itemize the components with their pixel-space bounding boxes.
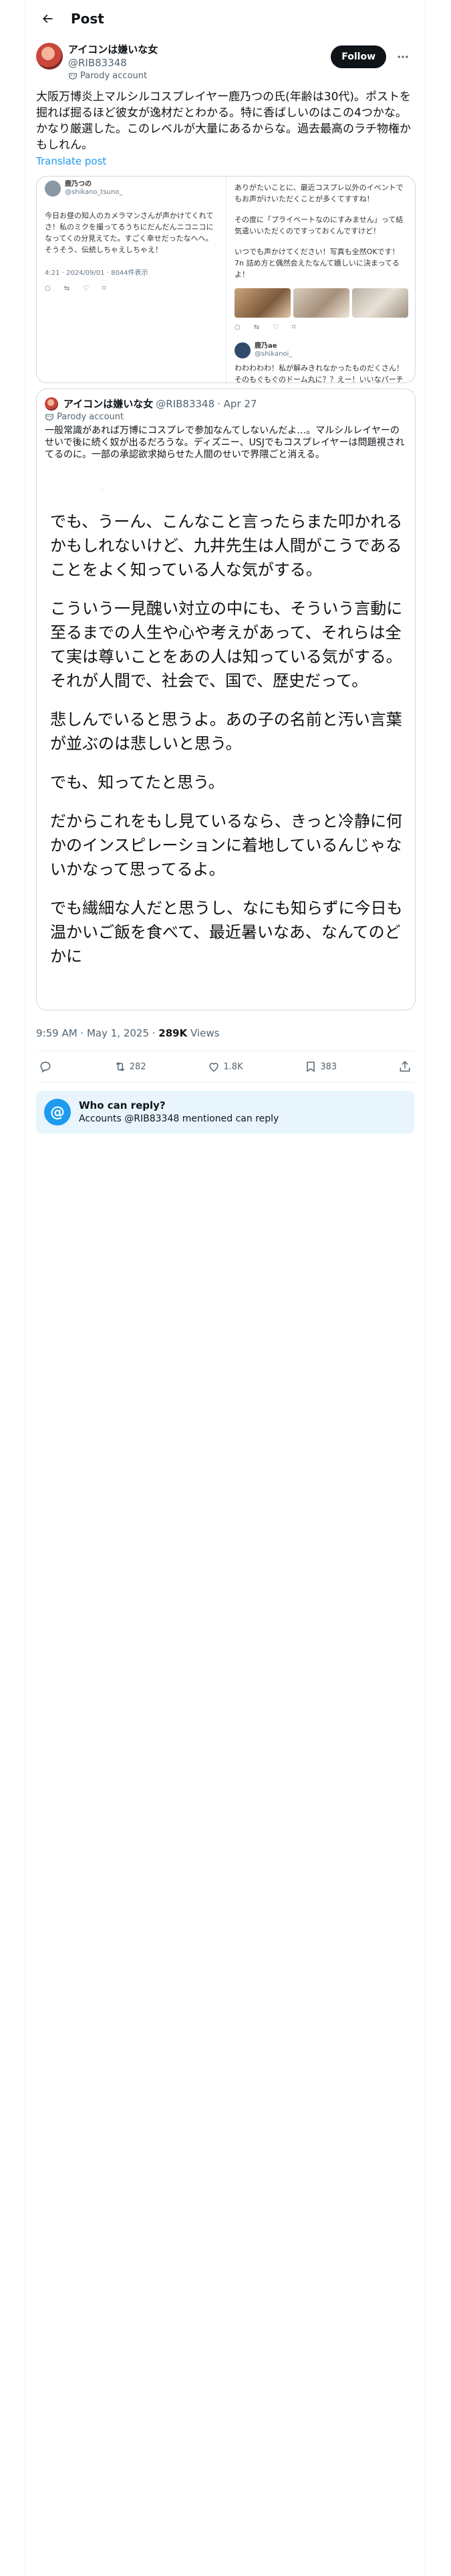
mask-icon — [69, 72, 77, 80]
share-button[interactable] — [398, 1060, 412, 1073]
image-text-paragraph: でも、うーん、こんなこと言ったらまた叩かれるかもしれないけど、九井先生は人間がこ… — [50, 512, 403, 579]
post-media-image[interactable]: 鹿乃つの @shikano_tsuno_ 今日お昼の知人のカメラマンさんが声かけ… — [36, 176, 416, 383]
post-page: Post アイコンは嫌いな女 @RIB83348 Parody account … — [25, 0, 426, 2576]
parody-label: Parody account — [68, 71, 331, 81]
page-title: Post — [71, 11, 104, 27]
like-button[interactable]: 1.8K — [207, 1060, 243, 1073]
image-text-paragraph: こういう一見醜い対立の中にも、そういう言動に至るまでの人生や心や考えがあって、そ… — [50, 599, 403, 690]
translate-link[interactable]: Translate post — [25, 153, 425, 168]
image-text-paragraph: でも、知ってたと思う。 — [50, 773, 224, 792]
follow-button[interactable]: Follow — [331, 45, 386, 68]
mini-name: 鹿乃ae — [255, 342, 277, 350]
quote-header: アイコンは嫌いな女 @RIB83348 · Apr 27 — [37, 389, 415, 411]
who-can-reply-box: @ Who can reply? Accounts @RIB83348 ment… — [36, 1091, 414, 1134]
bookmark-icon — [307, 1061, 315, 1073]
quote-avatar — [45, 397, 58, 411]
screenshot-reply-text: わわわわわ！私が解みきれなかったものだくさん！そのもぐもぐのドーム丸に？？えー！… — [235, 364, 404, 383]
quote-parody-label: Parody account — [37, 411, 415, 422]
avatar[interactable] — [36, 43, 63, 70]
reply-button[interactable] — [39, 1060, 52, 1073]
image-text-paragraph: 悲しんでいると思うよ。あの子の名前と汚い言葉が並ぶのは悲しいと思う。 — [50, 710, 402, 753]
mini-avatar — [235, 342, 251, 358]
mini-avatar — [45, 181, 61, 197]
screenshot-left-text: 今日お昼の知人のカメラマンさんが声かけてくれてさ！私のミクを撮ってるうちにだんだ… — [45, 211, 214, 254]
parody-label-text: Parody account — [80, 71, 148, 81]
quote-handle: @RIB83348 — [156, 398, 215, 410]
view-count: 289K — [158, 1027, 188, 1039]
screenshot-right-text-1: ありがたいことに、最近コスプレ以外のイベントでもお声がけいただくことが多くてすす… — [235, 183, 404, 203]
post-timestamp[interactable]: 9:59 AM · May 1, 2025 · — [36, 1027, 158, 1039]
screenshot-reply-header: 鹿乃ae @shikanoi_ — [235, 342, 408, 358]
screenshot-photo-strip — [235, 288, 408, 318]
author-display-name[interactable]: アイコンは嫌いな女 — [68, 43, 331, 56]
retweet-button[interactable]: 282 — [114, 1060, 146, 1073]
bookmark-count: 383 — [320, 1061, 337, 1072]
like-icon — [209, 1063, 218, 1072]
quote-media-image[interactable]: それは私も知ってる。すごく。 でも、うーん、こんなこと言ったらまた叩かれるかもし… — [37, 490, 415, 1010]
photo — [235, 288, 291, 318]
screenshot-right: ありがたいことに、最近コスプレ以外のイベントでもお声がけいただくことが多くてすす… — [227, 177, 415, 383]
who-can-reply-title: Who can reply? — [79, 1099, 166, 1111]
image-text-paragraph: でも繊細な人だと思うし、なにも知らずに今日も温かいご飯を食べて、最近暑いなあ、な… — [50, 899, 403, 966]
image-text-paragraph: だからこれをもし見ているなら、きっと冷静に何かのインスピレーションに着地している… — [50, 812, 403, 879]
mini-handle: @shikano_tsuno_ — [65, 189, 123, 196]
who-can-reply-subtitle: Accounts @RIB83348 mentioned can reply — [79, 1113, 279, 1124]
quote-display-name: アイコンは嫌いな女 — [63, 398, 154, 410]
more-icon[interactable] — [392, 45, 414, 68]
retweet-count: 282 — [129, 1061, 146, 1072]
reply-icon — [40, 1061, 51, 1073]
post-header: アイコンは嫌いな女 @RIB83348 Parody account Follo… — [25, 37, 425, 81]
mini-name: 鹿乃つの — [65, 181, 92, 188]
share-icon — [400, 1061, 410, 1072]
screenshot-left-header: 鹿乃つの @shikano_tsuno_ — [45, 181, 218, 197]
screenshot-right-text-3: いつでも声かけてください！写真も全然OKです！7n 詰め方と偶然会えたなんて嬉し… — [235, 247, 400, 279]
back-button[interactable] — [36, 7, 59, 30]
author-info: アイコンは嫌いな女 @RIB83348 Parody account — [68, 43, 331, 81]
bookmark-button[interactable]: 383 — [304, 1060, 337, 1073]
mini-handle: @shikanoi_ — [255, 350, 293, 358]
author-handle[interactable]: @RIB83348 — [68, 56, 331, 70]
back-arrow-icon — [43, 14, 53, 23]
post-text: 大阪万博炎上マルシルコスプレイヤー鹿乃つの氏(年齢は30代)。ポストを掘れば掘る… — [36, 90, 412, 152]
screenshot-right-actions: ○ ⇆ ♡ ⌑ — [235, 324, 296, 331]
quote-text: 一般常識があれば万博にコスプレで参加なんてしないんだよ…。マルシルレイヤーのせい… — [45, 425, 405, 460]
screenshot-left-meta: 4:21 · 2024/09/01 · 8044件表示 — [45, 270, 148, 277]
quoted-post[interactable]: アイコンは嫌いな女 @RIB83348 · Apr 27 Parody acco… — [36, 389, 416, 1010]
screenshot-left: 鹿乃つの @shikano_tsuno_ 今日お昼の知人のカメラマンさんが声かけ… — [37, 177, 227, 383]
screenshot-left-actions: ○ ⇆ ♡ ⌑ — [45, 285, 106, 292]
retweet-icon — [116, 1062, 125, 1071]
action-bar: 282 1.8K 383 — [36, 1051, 414, 1083]
views-label: Views — [187, 1027, 220, 1039]
photo — [352, 288, 408, 318]
screenshot-right-text-2: その度に「プライベートなのにすみません」って結気遣いいただくのですっておくんです… — [235, 215, 404, 235]
image-text-paragraph: それは私も知ってる。すごく。 — [50, 490, 404, 495]
top-bar: Post — [25, 0, 425, 37]
quote-parody-text: Parody account — [57, 412, 124, 422]
quote-time: · Apr 27 — [217, 398, 257, 410]
like-count: 1.8K — [223, 1061, 243, 1072]
at-icon: @ — [44, 1099, 71, 1125]
mask-icon — [45, 413, 53, 421]
photo — [293, 288, 349, 318]
post-meta: 9:59 AM · May 1, 2025 · 289K Views — [25, 1010, 425, 1040]
